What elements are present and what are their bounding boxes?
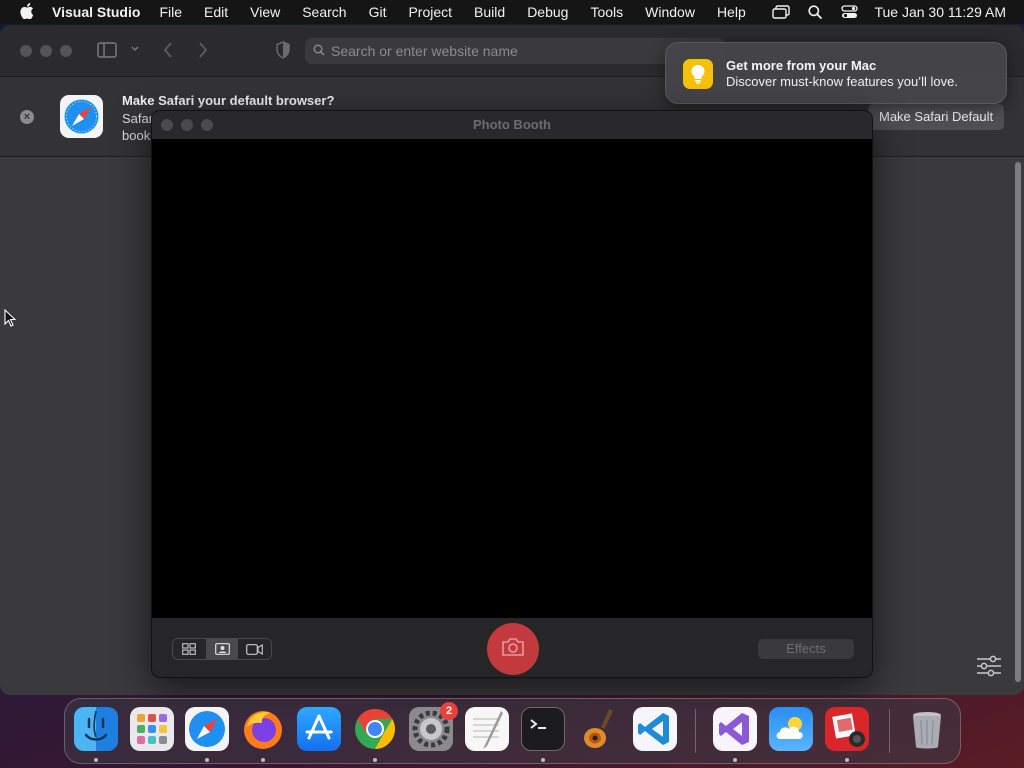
photo-booth-window: Photo Booth Effects [151,110,873,678]
back-chevron-icon[interactable] [162,41,174,64]
photo-booth-close-button[interactable] [161,119,173,131]
search-icon [313,43,325,59]
menu-bar-status-area: Tue Jan 30 11:29 AM [772,0,1006,24]
menu-search[interactable]: Search [291,4,357,20]
video-mode-icon[interactable] [238,639,271,659]
visual-studio-running-indicator [733,758,737,762]
camera-preview [152,139,872,618]
mouse-pointer-icon [4,308,17,332]
photo-booth-controls: Effects [152,618,872,677]
start-page-settings-icon[interactable] [976,655,1002,682]
take-photo-button[interactable] [487,623,539,675]
notification-body: Discover must-know features you’ll love. [726,74,958,89]
app-name-menu[interactable]: Visual Studio [52,4,140,20]
menu-window[interactable]: Window [634,4,706,20]
menu-edit[interactable]: Edit [193,4,239,20]
terminal-icon[interactable] [521,707,565,751]
sidebar-toggle-icon[interactable] [97,42,117,63]
tab-group-chevron-down-icon[interactable] [130,41,140,58]
menu-project[interactable]: Project [397,4,463,20]
photo-booth-minimize-button[interactable] [181,119,193,131]
firefox-running-indicator [261,758,265,762]
minimize-window-button[interactable] [40,45,52,57]
spotlight-search-icon[interactable] [806,3,824,21]
safari-dock-icon[interactable] [185,707,229,751]
banner-title: Make Safari your default browser? [122,93,335,108]
dock: 2 [64,698,961,764]
notification-title: Get more from your Mac [726,58,877,73]
finder-running-indicator [94,758,98,762]
single-photo-mode-icon[interactable] [205,639,239,659]
photo-booth-title: Photo Booth [473,117,551,132]
four-up-mode-icon[interactable] [173,639,206,659]
weather-icon[interactable] [769,707,813,751]
chrome-running-indicator [373,758,377,762]
scrollbar-thumb[interactable] [1015,162,1021,682]
finder-icon[interactable] [74,707,118,751]
menu-help[interactable]: Help [706,4,757,20]
address-bar[interactable]: Search or enter website name [305,38,725,64]
tips-notification[interactable]: Get more from your Mac Discover must-kno… [665,42,1007,104]
photo-booth-zoom-button[interactable] [201,119,213,131]
chrome-icon[interactable] [353,707,397,751]
safari-compass-icon [60,95,103,143]
apple-menu-icon[interactable] [14,2,40,22]
effects-button[interactable]: Effects [758,639,854,659]
photo-booth-titlebar: Photo Booth [152,111,872,139]
banner-close-icon[interactable]: × [20,110,34,124]
photo-booth-running-indicator [845,758,849,762]
forward-chevron-icon[interactable] [197,41,209,64]
camera-icon [501,637,525,661]
privacy-shield-icon[interactable] [276,41,290,64]
dock-separator-trash [889,709,890,753]
safari-window-controls [20,45,72,57]
menu-file[interactable]: File [148,4,193,20]
menu-tools[interactable]: Tools [579,4,634,20]
menu-git[interactable]: Git [358,4,398,20]
launchpad-icon[interactable] [130,707,174,751]
trash-icon[interactable] [905,707,949,751]
system-settings-badge: 2 [440,702,458,720]
menu-debug[interactable]: Debug [516,4,579,20]
zoom-window-button[interactable] [60,45,72,57]
lightbulb-icon [683,59,713,89]
photo-booth-dock-icon[interactable] [825,707,869,751]
garageband-guitar-icon[interactable] [577,707,621,751]
vscode-icon[interactable] [633,707,677,751]
banner-text-line-2: book [122,128,151,143]
safari-running-indicator [205,758,209,762]
textedit-icon[interactable] [465,707,509,751]
menu-bar: Visual Studio File Edit View Search Git … [0,0,1024,24]
control-center-icon[interactable] [840,3,858,21]
screen-mirroring-icon[interactable] [772,3,791,21]
make-safari-default-button[interactable]: Make Safari Default [868,104,1005,130]
system-settings-icon[interactable]: 2 [409,702,458,751]
app-store-icon[interactable] [297,707,341,751]
menu-bar-clock[interactable]: Tue Jan 30 11:29 AM [874,4,1006,20]
terminal-running-indicator [541,758,545,762]
menu-view[interactable]: View [239,4,291,20]
photo-booth-window-controls [161,119,213,131]
dock-separator [695,709,696,753]
close-window-button[interactable] [20,45,32,57]
capture-mode-selector [172,638,272,660]
menu-build[interactable]: Build [463,4,516,20]
address-placeholder: Search or enter website name [331,43,518,59]
banner-text-line-1: Safar [122,111,154,126]
firefox-icon[interactable] [241,707,285,751]
visual-studio-icon[interactable] [713,707,757,751]
